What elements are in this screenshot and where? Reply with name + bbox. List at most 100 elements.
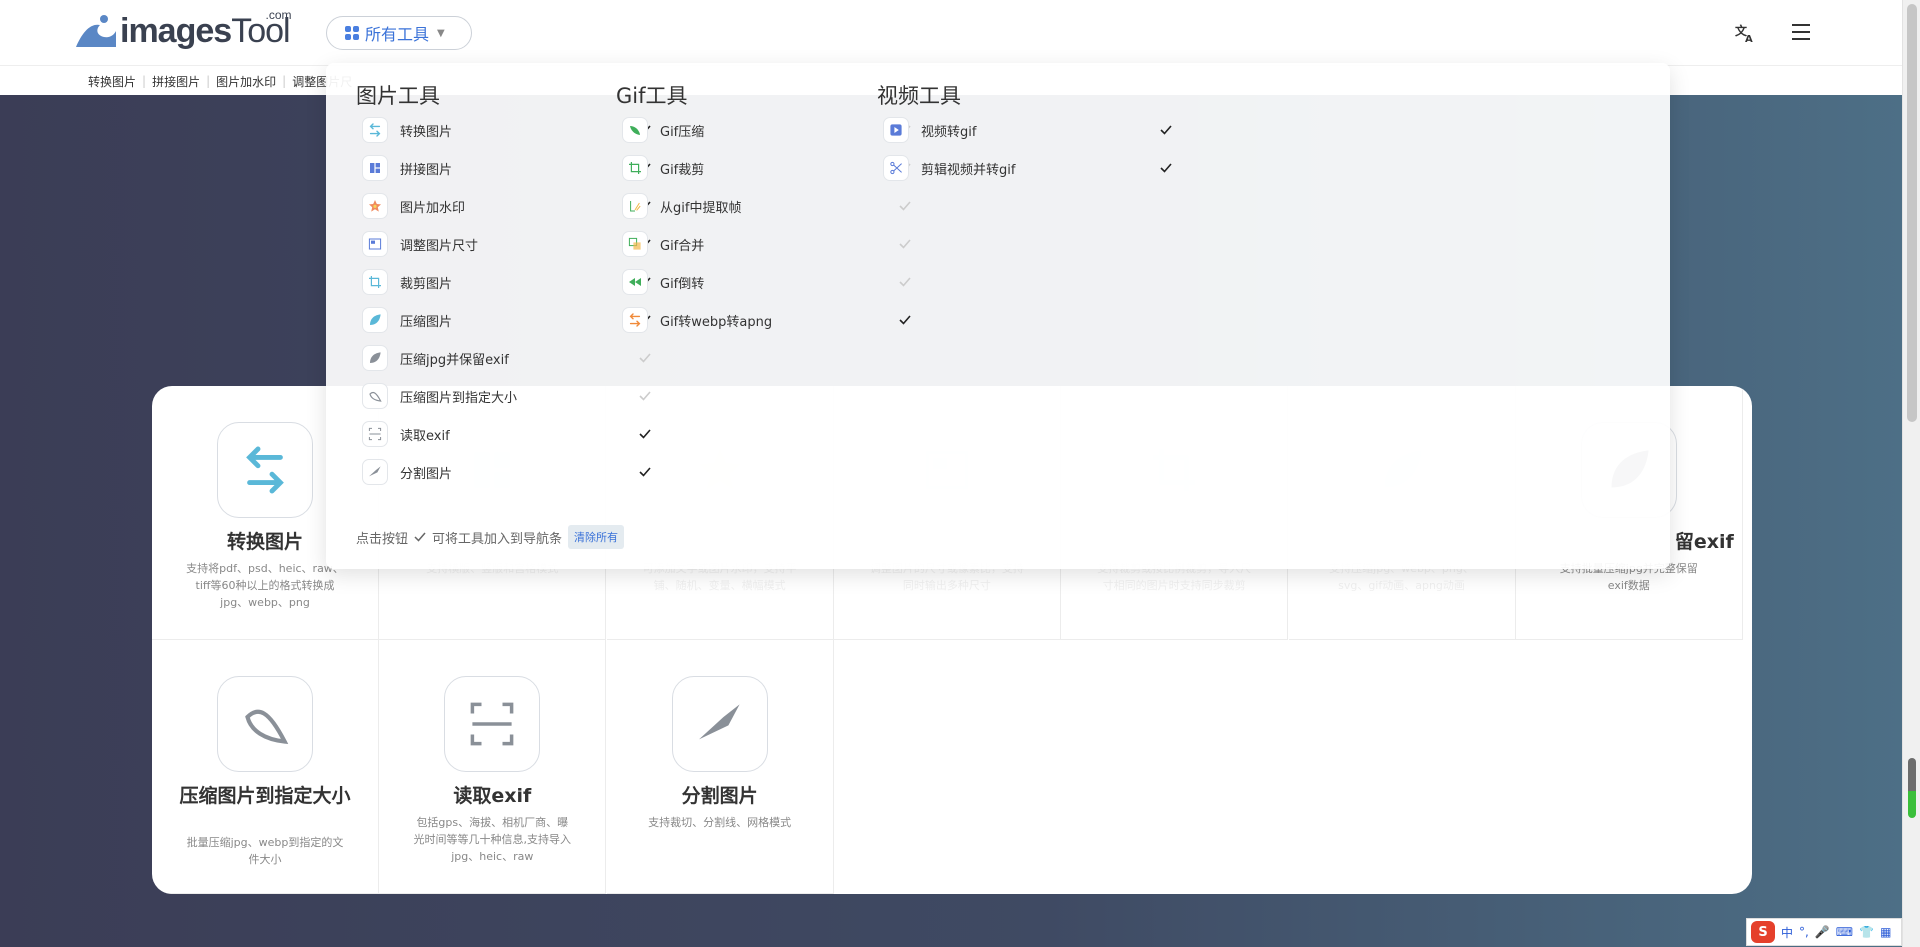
tool-card[interactable]: 压缩图片到指定大小 批量压缩jpg、webp到指定的文件大小: [152, 640, 379, 894]
scan-frame-icon: [362, 421, 388, 447]
sogou-ime-icon[interactable]: S: [1751, 921, 1775, 943]
dropdown-tool-item[interactable]: 转换图片: [356, 111, 656, 149]
pin-check-icon[interactable]: [638, 427, 652, 441]
dropdown-tool-label: 压缩图片: [400, 314, 453, 330]
site-header: imagesTool .com 所有工具 ▼ 文 A: [0, 0, 1902, 66]
gif-convert-icon: [622, 307, 648, 333]
dropdown-tool-item[interactable]: Gif裁剪: [616, 149, 916, 187]
dropdown-tool-item[interactable]: 分割图片: [356, 453, 656, 491]
hamburger-menu-icon[interactable]: [1792, 24, 1810, 40]
nav-item[interactable]: 拼接图片: [146, 73, 206, 90]
dropdown-tool-item[interactable]: 裁剪图片: [356, 263, 656, 301]
dropdown-column: 图片工具转换图片拼接图片图片加水印调整图片尺寸 裁剪图片压缩图片压缩jpg并保留e…: [356, 81, 656, 491]
tool-card-description: 支持将pdf、psd、heic、raw、tiff等60种以上的格式转换成jpg、…: [186, 562, 344, 609]
convert-arrows-icon: [362, 117, 388, 143]
page-scrollbar[interactable]: [1902, 0, 1920, 947]
skin-icon[interactable]: 👕: [1859, 925, 1874, 939]
dropdown-tool-label: Gif裁剪: [660, 162, 705, 178]
dropdown-tool-label: 图片加水印: [400, 200, 466, 216]
pin-check-icon[interactable]: [1159, 123, 1173, 137]
caret-down-icon: ▼: [437, 27, 445, 39]
logo-text-images: images: [120, 11, 232, 50]
nav-item[interactable]: 图片加水印: [210, 73, 282, 90]
tool-card[interactable]: 读取exif 包括gps、海拔、相机厂商、曝光时间等等几十种信息,支持导入jpg、…: [379, 640, 607, 894]
dropdown-tool-label: 调整图片尺寸: [400, 238, 479, 254]
dropdown-tool-label: 剪辑视频并转gif: [921, 162, 1016, 178]
tool-card-title: 分割图片: [681, 785, 758, 807]
pin-check-icon[interactable]: [898, 199, 912, 213]
crop-icon: [362, 269, 388, 295]
toolbox-icon[interactable]: ▦: [1880, 925, 1891, 939]
scan-frame-icon: [444, 676, 541, 772]
svg-text:A: A: [1745, 34, 1753, 44]
dropdown-tool-item[interactable]: Gif合并: [616, 225, 916, 263]
logo-text: imagesTool .com: [120, 8, 292, 51]
all-tools-label: 所有工具: [365, 25, 430, 44]
clear-all-button[interactable]: 清除所有: [568, 525, 625, 549]
dropdown-tool-item[interactable]: 图片加水印: [356, 187, 656, 225]
dropdown-tool-label: Gif合并: [660, 238, 705, 254]
gif-compress-icon: [622, 117, 648, 143]
scrollbar-thumb[interactable]: [1907, 4, 1917, 422]
tool-card[interactable]: 分割图片支持裁切、分割线、网格模式: [606, 640, 834, 894]
compress-exif-icon: [362, 345, 388, 371]
dropdown-column: Gif工具 Gif压缩 Gif裁剪 从gif中提取帧 Gif合并 Gif倒转 Gif转web…: [616, 81, 916, 339]
dropdown-tool-item[interactable]: 从gif中提取帧: [616, 187, 916, 225]
dropdown-tool-item[interactable]: 视频转gif: [877, 111, 1177, 149]
tool-card-title: 压缩图片到指定大小: [179, 785, 351, 807]
ime-toolbar: S 中 °, 🎤 ⌨ 👕 ▦: [1746, 918, 1902, 946]
check-icon: [414, 532, 426, 542]
tool-card-description: 支持裁切、分割线、网格模式: [648, 816, 792, 829]
pin-check-icon[interactable]: [638, 351, 652, 365]
translate-icon[interactable]: 文 A: [1734, 22, 1756, 44]
pin-check-icon[interactable]: [638, 465, 652, 479]
pin-check-icon[interactable]: [898, 313, 912, 327]
dropdown-tool-item[interactable]: 压缩图片到指定大小: [356, 377, 656, 415]
dropdown-tool-label: 分割图片: [400, 466, 453, 482]
pin-check-icon[interactable]: [1159, 161, 1173, 175]
dropdown-tool-label: Gif转webp转apng: [660, 314, 773, 330]
dropdown-tool-label: 压缩图片到指定大小: [400, 390, 518, 406]
punctuation-icon[interactable]: °,: [1799, 925, 1809, 939]
dropdown-tool-label: 裁剪图片: [400, 276, 453, 292]
compress-leaf-icon: [362, 307, 388, 333]
dropdown-tool-item[interactable]: 拼接图片: [356, 149, 656, 187]
all-tools-button[interactable]: 所有工具 ▼: [326, 16, 472, 50]
site-logo[interactable]: imagesTool .com: [74, 8, 292, 51]
dropdown-column-title: 图片工具: [356, 84, 440, 108]
all-tools-dropdown: 点击按钮 可将工具加入到导航条 清除所有 图片工具 转换图片 拼接图片 图片加水印 调整…: [326, 63, 1670, 569]
scissors-icon: [883, 155, 909, 181]
watermark-star-icon: [362, 193, 388, 219]
pin-check-icon[interactable]: [898, 237, 912, 251]
compress-size-icon: [217, 676, 313, 772]
video-play-icon: [883, 117, 909, 143]
dropdown-tool-item[interactable]: 压缩图片: [356, 301, 656, 339]
dropdown-tool-label: 读取exif: [400, 428, 450, 444]
dropdown-tool-item[interactable]: 读取exif: [356, 415, 656, 453]
dropdown-tool-item[interactable]: 剪辑视频并转gif: [877, 149, 1177, 187]
resize-icon: [362, 231, 388, 257]
ime-language-toggle[interactable]: 中: [1781, 924, 1793, 941]
dropdown-tool-label: 压缩jpg并保留exif: [400, 352, 509, 368]
extract-frames-icon: [622, 193, 648, 219]
dropdown-tool-item[interactable]: 调整图片尺寸: [356, 225, 656, 263]
pin-check-icon[interactable]: [898, 275, 912, 289]
dropdown-tool-item[interactable]: Gif倒转: [616, 263, 916, 301]
compress-size-icon: [362, 383, 388, 409]
dropdown-tool-label: 转换图片: [400, 124, 453, 140]
rewind-icon: [622, 269, 648, 295]
knife-icon: [362, 459, 388, 485]
dropdown-tool-item[interactable]: 压缩jpg并保留exif: [356, 339, 656, 377]
pin-check-icon[interactable]: [638, 389, 652, 403]
logo-com: .com: [265, 7, 292, 22]
keyboard-icon[interactable]: ⌨: [1836, 925, 1853, 939]
knife-icon: [671, 676, 768, 772]
nav-item[interactable]: 转换图片: [82, 73, 142, 90]
dropdown-tool-item[interactable]: Gif转webp转apng: [616, 301, 916, 339]
dropdown-tool-item[interactable]: Gif压缩: [616, 111, 916, 149]
microphone-icon[interactable]: 🎤: [1815, 925, 1830, 939]
collage-icon: [362, 155, 388, 181]
gif-crop-icon: [622, 155, 648, 181]
dropdown-tool-label: 从gif中提取帧: [660, 200, 742, 216]
footer-text-1: 点击按钮: [356, 531, 409, 547]
